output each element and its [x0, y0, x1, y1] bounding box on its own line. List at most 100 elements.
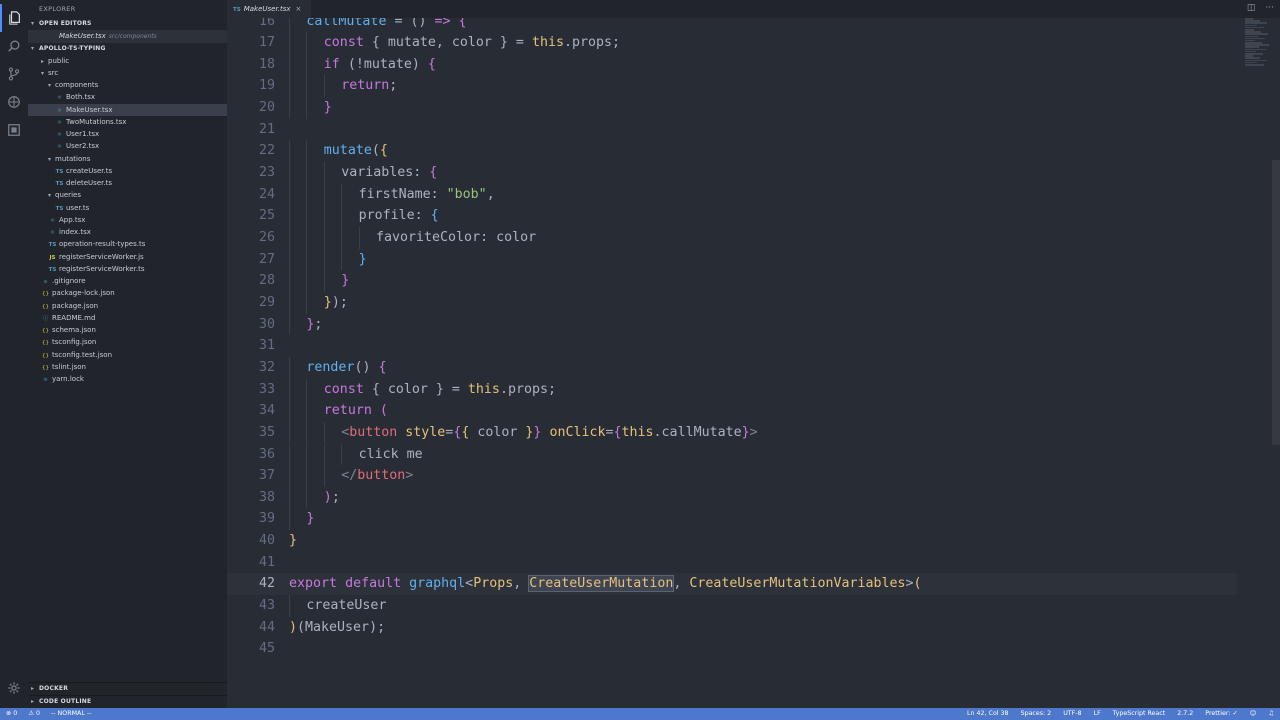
- code-line[interactable]: 27}: [227, 248, 1237, 271]
- code-line[interactable]: 39}: [227, 508, 1237, 531]
- split-editor-icon[interactable]: ◫: [1247, 3, 1256, 13]
- indent-guide: [323, 205, 325, 227]
- open-editor-item[interactable]: MakeUser.tsx src/components: [28, 30, 227, 43]
- code-line[interactable]: 18 if (!mutate) {: [227, 53, 1237, 76]
- code-outline-section-header[interactable]: ▸ CODE OUTLINE: [28, 695, 227, 708]
- typescript-version[interactable]: 2.7.2: [1177, 710, 1193, 717]
- code-text: );: [323, 489, 340, 505]
- tree-file[interactable]: {} package-lock.json: [28, 287, 227, 299]
- tree-folder[interactable]: ▾ mutations: [28, 153, 227, 165]
- code-line[interactable]: 42 export default graphql<Props, CreateUs…: [227, 573, 1237, 596]
- code-line[interactable]: 23 variables: {: [227, 162, 1237, 184]
- tree-file[interactable]: ⚛ App.tsx: [28, 214, 227, 226]
- tree-file[interactable]: TS deleteUser.ts: [28, 177, 227, 189]
- error-count[interactable]: ⊗ 0: [6, 710, 17, 717]
- more-actions-icon[interactable]: ···: [1265, 3, 1274, 13]
- code-line[interactable]: 36 click me: [227, 443, 1237, 466]
- code-line[interactable]: 34 return (: [227, 400, 1237, 422]
- indent-guide: [289, 53, 290, 76]
- open-editors-header[interactable]: ▾ OPEN EDITORS: [28, 18, 227, 30]
- code-line[interactable]: 41: [227, 552, 1237, 574]
- line-number: 17: [258, 35, 275, 51]
- encoding[interactable]: UTF-8: [1063, 710, 1081, 717]
- code-line[interactable]: 22 mutate({: [227, 140, 1237, 163]
- line-number: 19: [258, 78, 275, 94]
- code-editor[interactable]: 16 callMutate = () => {17 const { mutate, …: [227, 18, 1280, 708]
- tree-file[interactable]: TS registerServiceWorker.ts: [28, 263, 227, 275]
- tree-file[interactable]: ⚛ TwoMutations.tsx: [28, 116, 227, 128]
- code-line[interactable]: 38);: [227, 486, 1237, 509]
- code-line[interactable]: 32 render() {: [227, 356, 1237, 379]
- code-line[interactable]: 45: [227, 638, 1237, 660]
- code-line[interactable]: 31: [227, 335, 1237, 357]
- code-line[interactable]: 21: [227, 119, 1237, 141]
- indent-guide: [289, 248, 290, 271]
- tree-file[interactable]: ⓘ README.md: [28, 312, 227, 324]
- line-number: 43: [258, 598, 275, 614]
- tree-file[interactable]: ⚛ index.tsx: [28, 226, 227, 238]
- tree-file[interactable]: TS operation-result-types.ts: [28, 238, 227, 250]
- tree-item-label: registerServiceWorker.js: [59, 252, 144, 261]
- tree-file[interactable]: {} package.json: [28, 300, 227, 312]
- extensions-icon[interactable]: [0, 116, 28, 144]
- code-line[interactable]: 25 profile: {: [227, 205, 1237, 227]
- source-control-icon[interactable]: [0, 60, 28, 88]
- line-number: 38: [258, 489, 275, 505]
- tree-folder[interactable]: ▾ src: [28, 67, 227, 79]
- code-line[interactable]: 35 <button style={{ color }} onClick={thi…: [227, 421, 1237, 444]
- cursor-position[interactable]: Ln 42, Col 38: [967, 710, 1009, 717]
- explorer-files-icon[interactable]: [0, 4, 28, 32]
- code-line[interactable]: 17 const { mutate, color } = this.props;: [227, 32, 1237, 54]
- code-line[interactable]: 43 createUser: [227, 595, 1237, 617]
- code-line[interactable]: 16 callMutate = () => {: [227, 18, 1237, 33]
- code-text: firstName: "bob",: [358, 186, 495, 202]
- code-line[interactable]: 19 return;: [227, 75, 1237, 98]
- tree-file[interactable]: JS registerServiceWorker.js: [28, 251, 227, 263]
- indent-guide: [358, 227, 360, 249]
- code-line[interactable]: 40}: [227, 530, 1237, 552]
- project-header[interactable]: ▾ APOLLO-TS-TYPING: [28, 43, 227, 55]
- code-line[interactable]: 20}: [227, 97, 1237, 119]
- indentation[interactable]: Spaces: 2: [1021, 710, 1052, 717]
- code-line[interactable]: 30};: [227, 313, 1237, 336]
- line-ending[interactable]: LF: [1094, 710, 1101, 717]
- tree-file[interactable]: TS createUser.ts: [28, 165, 227, 177]
- tree-file[interactable]: {} tslint.json: [28, 361, 227, 373]
- tree-item-label: yarn.lock: [52, 375, 84, 383]
- tree-folder[interactable]: ▸ public: [28, 55, 227, 67]
- debug-icon[interactable]: [0, 88, 28, 116]
- tree-file[interactable]: {} tsconfig.test.json: [28, 349, 227, 361]
- tree-file[interactable]: ≋ yarn.lock: [28, 373, 227, 385]
- code-line[interactable]: 33 const { color } = this.props;: [227, 378, 1237, 401]
- prettier-status[interactable]: Prettier: ✓: [1205, 710, 1237, 717]
- tree-file[interactable]: TS user.ts: [28, 202, 227, 214]
- docker-section-header[interactable]: ▸ DOCKER: [28, 682, 227, 695]
- tree-folder[interactable]: ▾ components: [28, 79, 227, 91]
- editor-scrollbar[interactable]: [1272, 160, 1280, 445]
- bottom-sections: ▸ DOCKER ▸ CODE OUTLINE: [28, 682, 227, 708]
- tree-file[interactable]: ◆ .gitignore: [28, 275, 227, 287]
- close-icon[interactable]: ×: [295, 5, 301, 13]
- settings-gear-icon[interactable]: [0, 674, 28, 702]
- code-line[interactable]: 24 firstName: "bob",: [227, 183, 1237, 206]
- code-line[interactable]: 28}: [227, 270, 1237, 292]
- code-line[interactable]: 26 favoriteColor: color: [227, 227, 1237, 249]
- tree-file[interactable]: {} schema.json: [28, 324, 227, 336]
- indent-guide: [289, 486, 290, 509]
- tab-makeuser[interactable]: TS MakeUser.tsx ×: [227, 0, 311, 18]
- tree-file[interactable]: ⚛ MakeUser.tsx: [28, 103, 227, 116]
- project-label: APOLLO-TS-TYPING: [39, 44, 106, 52]
- tree-file[interactable]: ⚛ Both.tsx: [28, 91, 227, 103]
- code-line[interactable]: 37 </button>: [227, 465, 1237, 487]
- notifications-bell-icon[interactable]: ♫: [1268, 710, 1274, 717]
- code-line[interactable]: 44)(MakeUser);: [227, 617, 1237, 639]
- language-mode[interactable]: TypeScript React: [1113, 710, 1165, 717]
- tree-file[interactable]: ⚛ User1.tsx: [28, 128, 227, 140]
- tree-folder[interactable]: ▾ queries: [28, 189, 227, 201]
- tree-file[interactable]: ⚛ User2.tsx: [28, 140, 227, 152]
- warning-count[interactable]: ⚠ 0: [28, 710, 40, 717]
- code-line[interactable]: 29});: [227, 291, 1237, 314]
- search-icon[interactable]: [0, 32, 28, 60]
- smiley-feedback-icon[interactable]: ☺: [1250, 710, 1257, 717]
- tree-file[interactable]: {} tsconfig.json: [28, 336, 227, 348]
